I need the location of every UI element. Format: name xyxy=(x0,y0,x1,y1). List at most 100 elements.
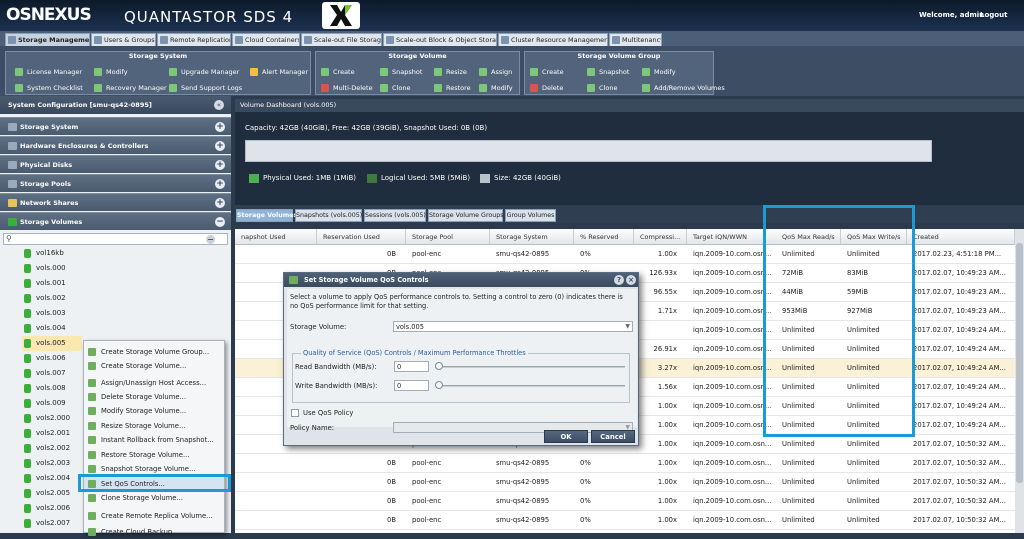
tab-multitenancy[interactable]: Multitenancy xyxy=(609,33,662,46)
read-bandwidth-slider[interactable] xyxy=(435,366,625,368)
volume-list-item[interactable]: vols.009 xyxy=(22,396,66,411)
write-bandwidth-slider[interactable] xyxy=(435,385,625,387)
volume-list-item[interactable]: vols2.004 xyxy=(22,471,70,486)
section-hardware[interactable]: Hardware Enclosures & Controllers + xyxy=(0,136,231,154)
create-volume-button[interactable]: Create xyxy=(321,67,355,77)
storage-volume-select[interactable]: vols.005 ▼ xyxy=(393,321,633,332)
volume-list-item[interactable]: vols.004 xyxy=(22,321,66,336)
expand-icon[interactable]: + xyxy=(215,160,225,170)
volume-list-item[interactable]: vols2.000 xyxy=(22,411,70,426)
write-slider-knob[interactable] xyxy=(435,381,443,389)
tab-cloud-containers[interactable]: Cloud Containers xyxy=(232,33,300,46)
create-group-button[interactable]: Create xyxy=(530,67,564,77)
collapse-icon[interactable]: − xyxy=(215,217,225,227)
volume-list-item[interactable]: vols.002 xyxy=(22,291,66,306)
subtab-storage-volumes[interactable]: Storage Volumes xyxy=(236,209,297,222)
logout-link[interactable]: Logout xyxy=(980,11,1007,19)
column-header[interactable]: Created xyxy=(907,229,1015,245)
volume-list-item[interactable]: vol16kb xyxy=(22,246,64,261)
subtab-sessions[interactable]: Sessions (vols.005) xyxy=(364,209,426,222)
restore-volume-button[interactable]: Restore xyxy=(434,83,471,93)
section-network-shares[interactable]: Network Shares + xyxy=(0,193,231,211)
expand-icon[interactable]: + xyxy=(215,179,225,189)
section-storage-system[interactable]: Storage System + xyxy=(0,117,231,135)
clone-volume-button[interactable]: Clone xyxy=(380,83,410,93)
read-slider-knob[interactable] xyxy=(435,362,443,370)
subtab-group-volumes[interactable]: Group Volumes xyxy=(505,209,556,222)
volume-list-item[interactable]: vols2.003 xyxy=(22,456,70,471)
volume-list-item[interactable]: vols2.001 xyxy=(22,426,70,441)
upgrade-manager-button[interactable]: Upgrade Manager xyxy=(169,67,239,77)
section-physical-disks[interactable]: Physical Disks + xyxy=(0,155,231,173)
context-menu-item[interactable]: Restore Storage Volume... xyxy=(84,448,224,462)
modify-system-button[interactable]: Modify xyxy=(94,67,128,77)
context-menu-item[interactable]: Clone Storage Volume... xyxy=(84,491,224,505)
subtab-snapshots[interactable]: Snapshots (vols.005) xyxy=(295,209,362,222)
use-qos-policy-checkbox[interactable] xyxy=(291,409,299,417)
volume-list-item[interactable]: vols.003 xyxy=(22,306,66,321)
tab-remote-replication[interactable]: Remote Replication xyxy=(157,33,231,46)
resize-volume-button[interactable]: Resize xyxy=(434,67,467,77)
alert-manager-button[interactable]: Alert Manager xyxy=(250,67,308,77)
tab-storage-management[interactable]: Storage Management xyxy=(5,33,90,46)
volume-list-item[interactable]: vols.006 xyxy=(22,351,66,366)
ok-button[interactable]: OK xyxy=(544,430,588,443)
column-header[interactable]: Reservation Used xyxy=(317,229,406,245)
volume-list-item[interactable]: vols2.002 xyxy=(22,441,70,456)
column-header[interactable]: napshot Used xyxy=(235,229,317,245)
expand-icon[interactable]: + xyxy=(215,198,225,208)
volume-filter-input[interactable]: ⚲ − xyxy=(3,233,228,245)
license-manager-button[interactable]: License Manager xyxy=(15,67,82,77)
column-header[interactable]: Compressi... xyxy=(634,229,687,245)
table-row[interactable]: 0B pool-enc smu-qs42-0895 0% 1.00x iqn.2009-1… xyxy=(235,511,1015,530)
multi-delete-button[interactable]: Multi-Delete xyxy=(321,83,373,93)
modify-volume-button[interactable]: Modify xyxy=(479,83,513,93)
subtab-volume-groups[interactable]: Storage Volume Groups xyxy=(428,209,504,222)
tab-scale-out-file[interactable]: Scale-out File Storage xyxy=(301,33,382,46)
close-icon[interactable]: × xyxy=(626,275,636,285)
volume-list-item[interactable]: vols.008 xyxy=(22,381,66,396)
volume-list-item[interactable]: vols2.006 xyxy=(22,501,70,516)
context-menu-item[interactable]: Create Remote Replica Volume... xyxy=(84,509,224,523)
context-menu-item[interactable]: Assign/Unassign Host Access... xyxy=(84,376,224,390)
assign-volume-button[interactable]: Assign xyxy=(479,67,512,77)
context-menu-item[interactable]: Modify Storage Volume... xyxy=(84,404,224,418)
table-row[interactable]: 0B pool-enc smu-qs42-0895 0% 1.00x iqn.2009-1… xyxy=(235,492,1015,511)
modify-group-button[interactable]: Modify xyxy=(642,67,676,77)
volume-list-item[interactable]: vols.005 xyxy=(22,336,82,351)
write-bandwidth-input[interactable]: 0 xyxy=(394,380,429,391)
grid-scrollbar[interactable] xyxy=(1015,229,1024,533)
table-row[interactable]: 0B pool-enc smu-qs42-0895 0% 1.00x iqn.2009-1… xyxy=(235,454,1015,473)
context-menu-item[interactable]: Create Storage Volume... xyxy=(84,359,224,373)
section-storage-volumes[interactable]: Storage Volumes − xyxy=(0,212,231,230)
context-menu-item[interactable]: Resize Storage Volume... xyxy=(84,419,224,433)
context-menu-item[interactable]: Instant Rollback from Snapshot... xyxy=(84,433,224,447)
expand-icon[interactable]: + xyxy=(215,122,225,132)
table-row[interactable]: 0B pool-enc smu-qs42-0895 0% 1.00x iqn.2009-1… xyxy=(235,473,1015,492)
delete-group-button[interactable]: Delete xyxy=(530,83,563,93)
volume-list-item[interactable]: vols2.005 xyxy=(22,486,70,501)
clear-filter-icon[interactable]: − xyxy=(206,235,215,244)
collapse-panel-icon[interactable]: « xyxy=(214,100,224,110)
column-header[interactable]: % Reserved xyxy=(574,229,634,245)
context-menu-item[interactable]: Create Cloud Backup... xyxy=(84,525,224,539)
read-bandwidth-input[interactable]: 0 xyxy=(394,361,429,372)
volume-list-item[interactable]: vols.000 xyxy=(22,261,66,276)
volume-list-item[interactable]: vols.001 xyxy=(22,276,66,291)
column-header[interactable]: Storage System xyxy=(490,229,574,245)
system-checklist-button[interactable]: System Checklist xyxy=(15,83,83,93)
column-header[interactable]: Storage Pool xyxy=(406,229,490,245)
tab-cluster-resource[interactable]: Cluster Resource Management xyxy=(498,33,608,46)
cancel-button[interactable]: Cancel xyxy=(591,430,635,443)
help-icon[interactable]: ? xyxy=(614,275,624,285)
tab-users-groups[interactable]: Users & Groups xyxy=(91,33,156,46)
snapshot-group-button[interactable]: Snapshot xyxy=(587,67,629,77)
tab-scale-out-block[interactable]: Scale-out Block & Object Storage xyxy=(383,33,497,46)
volume-list-item[interactable]: vols.007 xyxy=(22,366,66,381)
section-storage-pools[interactable]: Storage Pools + xyxy=(0,174,231,192)
recovery-manager-button[interactable]: Recovery Manager xyxy=(94,83,167,93)
scrollbar-thumb[interactable] xyxy=(1016,243,1023,483)
volume-list-item[interactable]: vols2.007 xyxy=(22,516,70,531)
clone-group-button[interactable]: Clone xyxy=(587,83,617,93)
expand-icon[interactable]: + xyxy=(215,141,225,151)
